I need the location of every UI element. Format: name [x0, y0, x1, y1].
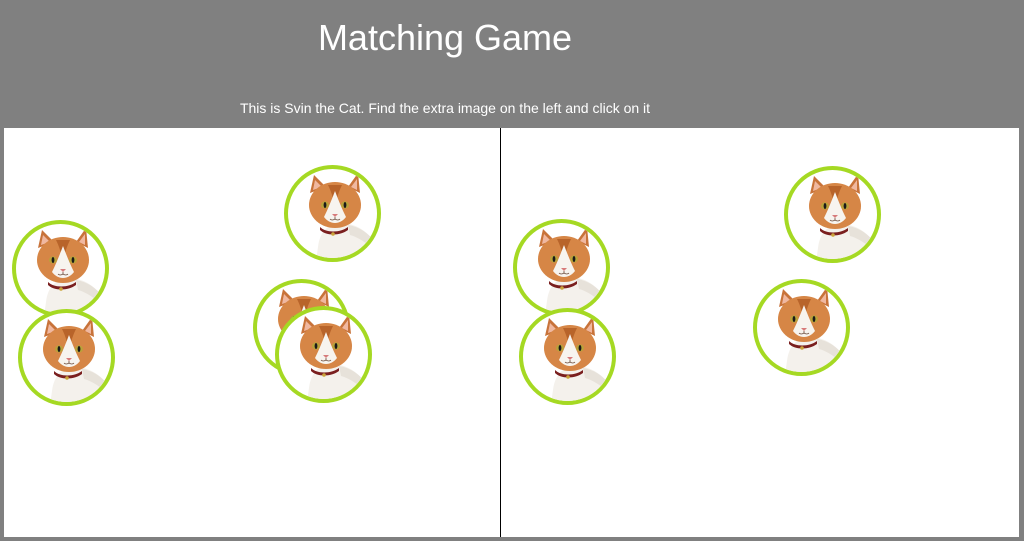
cat-face-icon — [288, 169, 377, 258]
right-board — [501, 128, 1019, 537]
game-header: Matching Game This is Svin the Cat. Find… — [0, 0, 1024, 128]
page-title: Matching Game — [317, 17, 573, 58]
cat-token-left-5[interactable] — [275, 306, 372, 403]
cat-face-icon — [16, 224, 105, 313]
cat-face-icon — [279, 310, 368, 399]
cat-token-right-4[interactable] — [753, 279, 850, 376]
cat-face-icon — [523, 312, 612, 401]
cat-token-left-2[interactable] — [18, 309, 115, 406]
cat-token-right-3[interactable] — [784, 166, 881, 263]
cat-face-icon — [788, 170, 877, 259]
left-board — [4, 128, 501, 537]
cat-token-right-2[interactable] — [519, 308, 616, 405]
cat-face-icon — [517, 223, 606, 312]
cat-token-left-3[interactable] — [284, 165, 381, 262]
cat-token-right-1[interactable] — [513, 219, 610, 316]
cat-token-left-1[interactable] — [12, 220, 109, 317]
cat-face-icon — [22, 313, 111, 402]
cat-face-icon — [757, 283, 846, 372]
game-instructions: This is Svin the Cat. Find the extra ima… — [239, 100, 651, 116]
